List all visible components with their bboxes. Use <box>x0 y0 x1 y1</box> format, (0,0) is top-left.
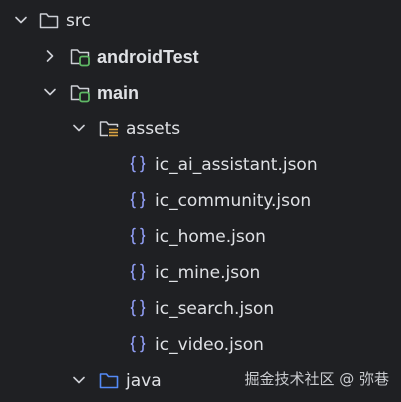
tree-node-file[interactable]: ic_ai_assistant.json <box>0 147 401 183</box>
chevron-down-icon[interactable] <box>71 372 87 388</box>
json-file-icon <box>127 225 149 247</box>
tree-node-androidtest[interactable]: androidTest <box>0 39 401 75</box>
resources-folder-icon <box>98 117 120 139</box>
chevron-down-icon[interactable] <box>71 120 87 136</box>
tree-node-file[interactable]: ic_search.json <box>0 291 401 327</box>
tree-node-label: src <box>66 11 91 31</box>
chevron-right-icon[interactable] <box>42 48 58 64</box>
tree-node-label: main <box>97 83 140 103</box>
source-root-folder-icon <box>69 45 91 67</box>
tree-node-file[interactable]: ic_home.json <box>0 219 401 255</box>
project-tree: src androidTest main assets ic_ai_assist… <box>0 0 401 402</box>
tree-node-file[interactable]: ic_mine.json <box>0 255 401 291</box>
tree-node-label: ic_search.json <box>155 299 275 319</box>
source-folder-icon <box>98 369 120 391</box>
tree-node-src[interactable]: src <box>0 3 401 39</box>
json-file-icon <box>127 333 149 355</box>
tree-node-label: ic_mine.json <box>155 263 261 283</box>
tree-node-file[interactable]: ic_video.json <box>0 327 401 363</box>
tree-node-label: ic_video.json <box>155 335 264 355</box>
tree-node-label: ic_home.json <box>155 227 266 247</box>
json-file-icon <box>127 297 149 319</box>
tree-node-label: assets <box>126 119 181 139</box>
tree-node-label: java <box>126 371 162 391</box>
tree-node-label: ic_ai_assistant.json <box>155 155 318 175</box>
tree-node-file[interactable]: ic_community.json <box>0 183 401 219</box>
folder-icon <box>38 9 60 31</box>
tree-node-main[interactable]: main <box>0 75 401 111</box>
source-root-folder-icon <box>69 81 91 103</box>
tree-node-label: ic_community.json <box>155 191 312 211</box>
watermark: 掘金技术社区 @ 弥巷 <box>244 370 389 388</box>
json-file-icon <box>127 189 149 211</box>
tree-node-assets[interactable]: assets <box>0 111 401 147</box>
chevron-down-icon[interactable] <box>42 84 58 100</box>
chevron-down-icon[interactable] <box>13 12 29 28</box>
tree-node-label: androidTest <box>97 47 199 67</box>
json-file-icon <box>127 153 149 175</box>
json-file-icon <box>127 261 149 283</box>
